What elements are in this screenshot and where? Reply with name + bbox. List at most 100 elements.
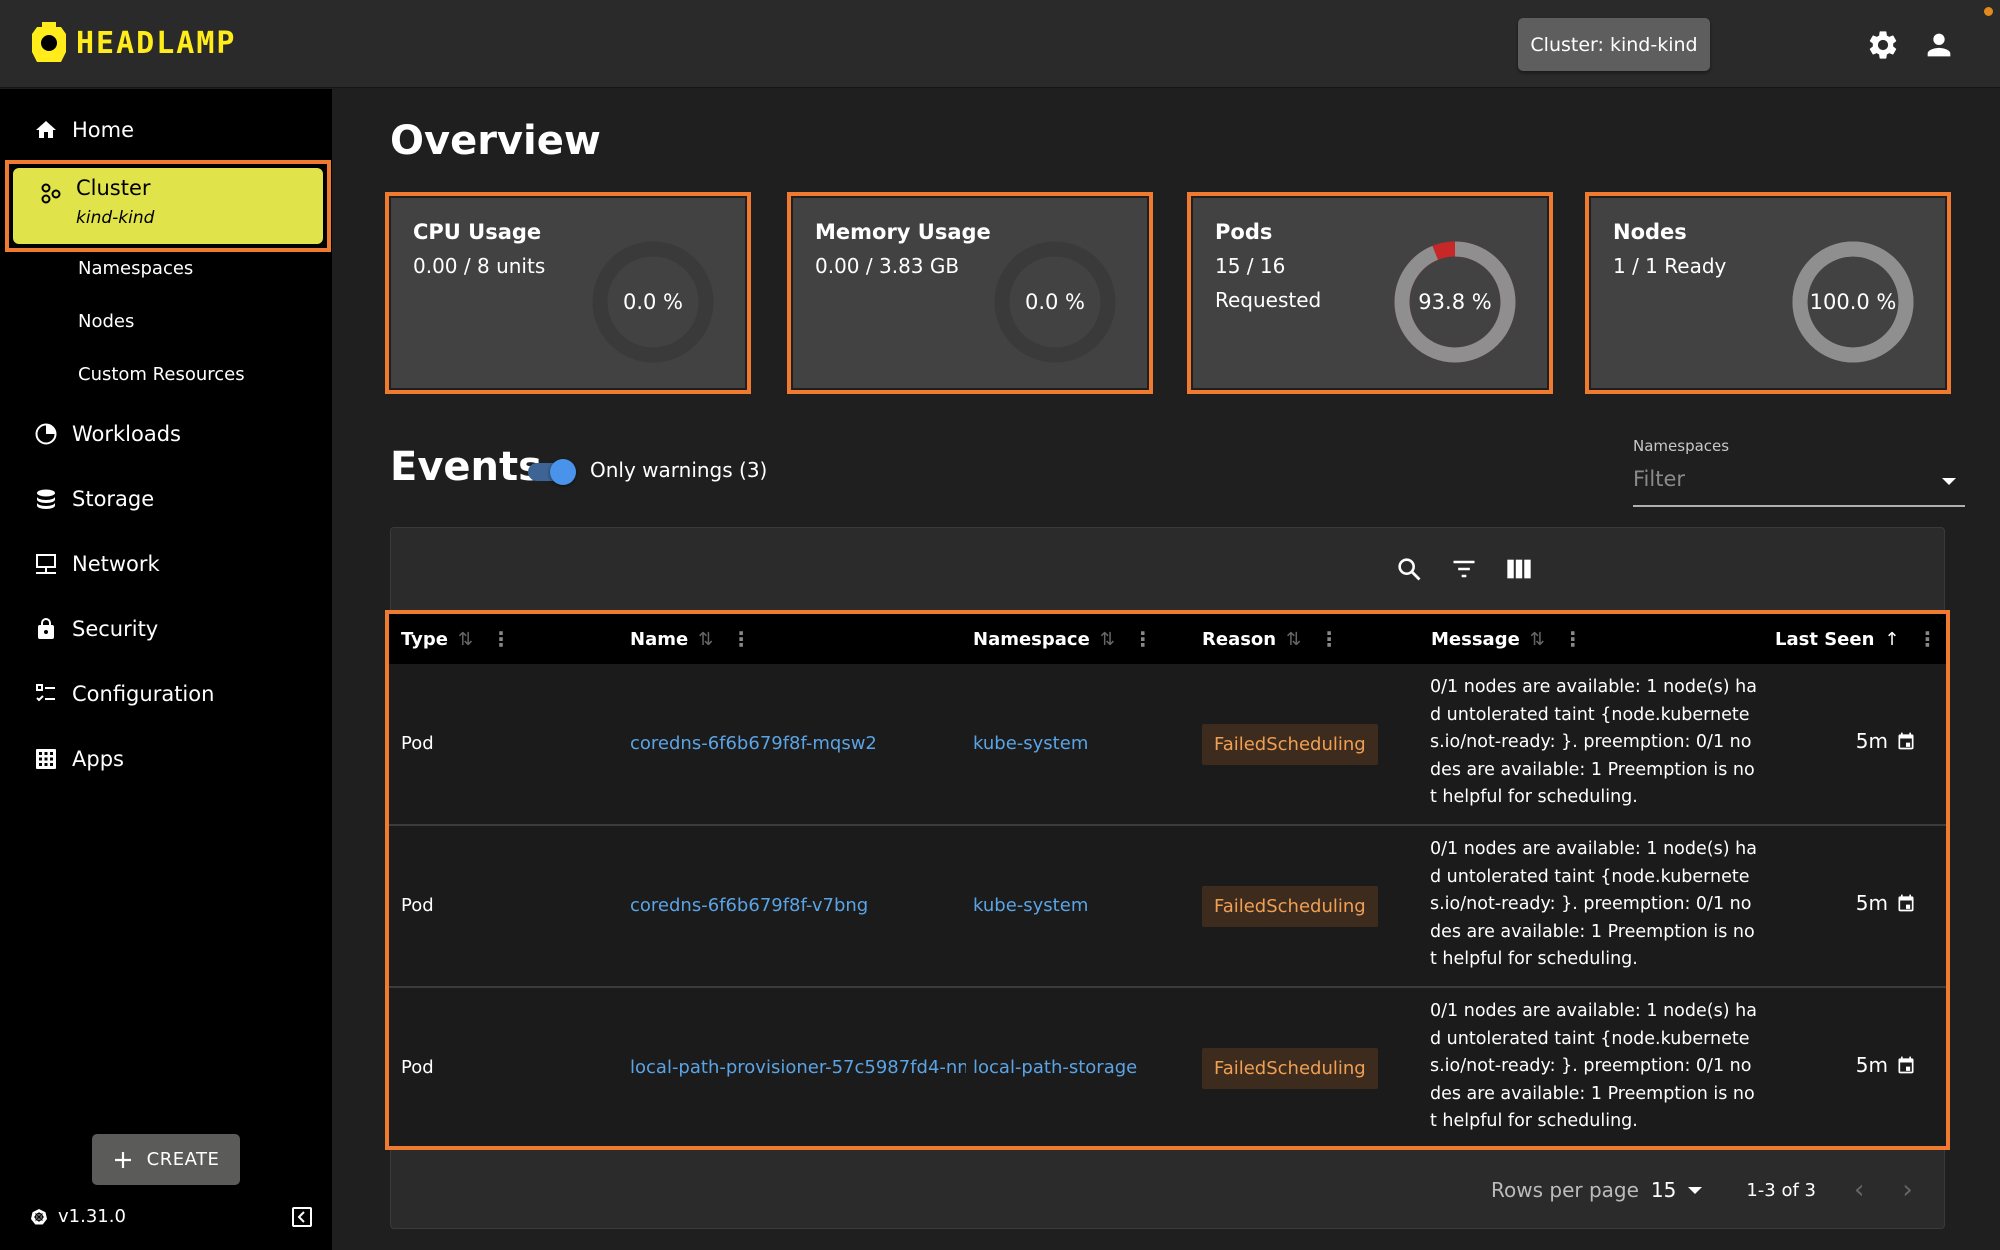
cell-namespace-link[interactable]: kube-system <box>973 895 1088 916</box>
sort-icon[interactable]: ⇅ <box>1530 629 1545 650</box>
lock-icon <box>34 617 58 641</box>
headlamp-logo[interactable]: HEADLAMP <box>30 20 237 66</box>
column-menu-icon[interactable]: ⋮ <box>1918 627 1938 651</box>
card-value-label: Requested <box>1215 288 1322 312</box>
cell-last-seen: 5m <box>1856 1053 1916 1077</box>
sidebar-item-cluster[interactable]: Cluster kind-kind <box>13 168 323 244</box>
sort-ascending-icon[interactable]: ↑ <box>1884 629 1899 650</box>
filter-button[interactable] <box>1449 554 1479 584</box>
cluster-selector-button[interactable]: Cluster: kind-kind <box>1518 18 1710 71</box>
calendar-icon[interactable] <box>1896 731 1916 751</box>
sidebar-item-label: Apps <box>72 747 124 771</box>
sidebar-subitem-nodes[interactable]: Nodes <box>78 311 134 332</box>
workloads-icon <box>34 422 58 446</box>
calendar-icon[interactable] <box>1896 893 1916 913</box>
kubernetes-icon <box>31 1208 47 1224</box>
collapse-sidebar-button[interactable] <box>292 1207 312 1227</box>
sidebar-item-label: Security <box>72 617 159 641</box>
column-label: Type <box>401 628 448 650</box>
sidebar: Home Cluster kind-kind Namespaces Nodes … <box>0 89 332 1250</box>
account-icon <box>1927 33 1951 57</box>
cell-name-link[interactable]: coredns-6f6b679f8f-v7bng <box>630 895 868 916</box>
sidebar-subitem-custom-resources[interactable]: Custom Resources <box>78 364 245 385</box>
cell-message: 0/1 nodes are available: 1 node(s) had u… <box>1430 1001 1757 1131</box>
cell-namespace-link[interactable]: local-path-storage <box>973 1057 1137 1078</box>
last-seen-value: 5m <box>1855 729 1888 753</box>
card-title: Memory Usage <box>815 220 991 244</box>
create-button[interactable]: CREATE <box>92 1134 240 1185</box>
sidebar-item-configuration[interactable]: Configuration <box>0 669 332 719</box>
headlamp-logo-icon <box>32 22 66 62</box>
column-label: Reason <box>1202 628 1277 650</box>
sidebar-item-storage[interactable]: Storage <box>0 474 332 524</box>
card-title: CPU Usage <box>413 220 542 244</box>
sort-icon[interactable]: ⇅ <box>1286 629 1301 650</box>
calendar-icon[interactable] <box>1896 1055 1916 1075</box>
dropdown-caret-icon[interactable] <box>1942 478 1956 485</box>
column-header-type[interactable]: Type ⇅ ⋮ <box>401 614 511 664</box>
events-title: Events <box>390 444 542 490</box>
previous-page-button[interactable]: ‹ <box>1854 1175 1864 1205</box>
column-menu-icon[interactable]: ⋮ <box>491 627 511 651</box>
column-header-namespace[interactable]: Namespace ⇅ ⋮ <box>973 614 1153 664</box>
card-value: 0.00 / 3.83 GB <box>815 254 960 278</box>
top-bar: HEADLAMP Cluster: kind-kind <box>0 0 2000 88</box>
namespaces-filter[interactable]: Namespaces <box>1633 437 1965 507</box>
column-menu-icon[interactable]: ⋮ <box>1563 627 1583 651</box>
cluster-icon <box>39 182 63 210</box>
card-percent: 0.0 % <box>1024 290 1086 314</box>
column-header-name[interactable]: Name ⇅ ⋮ <box>630 614 751 664</box>
namespaces-filter-input[interactable] <box>1633 467 1933 491</box>
cell-message: 0/1 nodes are available: 1 node(s) had u… <box>1430 677 1757 807</box>
nodes-card: Nodes 1 / 1 Ready 100.0 % <box>1585 192 1951 394</box>
pagination: Rows per page 15 1-3 of 3 ‹ › <box>1491 1173 1913 1207</box>
cell-last-seen: 5m <box>1856 729 1916 753</box>
next-page-button[interactable]: › <box>1902 1175 1912 1205</box>
column-header-last-seen[interactable]: Last Seen ↑ ⋮ <box>1775 614 1938 664</box>
card-title: Nodes <box>1613 220 1687 244</box>
column-header-reason[interactable]: Reason ⇅ ⋮ <box>1202 614 1339 664</box>
sidebar-item-label: Storage <box>72 487 155 511</box>
rows-per-page-select[interactable]: 15 <box>1651 1178 1676 1202</box>
filter-icon <box>1453 560 1475 578</box>
storage-icon <box>34 487 58 511</box>
only-warnings-toggle[interactable] <box>526 458 578 485</box>
sidebar-item-security[interactable]: Security <box>0 604 332 654</box>
card-body: Pods 15 / 16 Requested 93.8 % <box>1193 198 1547 388</box>
reason-badge: FailedScheduling <box>1202 886 1378 927</box>
sidebar-item-apps[interactable]: Apps <box>0 734 332 784</box>
settings-button[interactable] <box>1866 28 1900 62</box>
card-percent: 100.0 % <box>1809 290 1897 314</box>
version-text: v1.31.0 <box>58 1206 126 1227</box>
column-menu-icon[interactable]: ⋮ <box>731 627 751 651</box>
events-table: Type ⇅ ⋮ Name ⇅ ⋮ Namespace ⇅ ⋮ Reason ⇅… <box>389 614 1946 1146</box>
sidebar-item-label: Workloads <box>72 422 181 446</box>
reason-badge: FailedScheduling <box>1202 1048 1378 1089</box>
sort-icon[interactable]: ⇅ <box>458 629 473 650</box>
card-value: 15 / 16 <box>1215 254 1286 278</box>
sidebar-item-workloads[interactable]: Workloads <box>0 409 332 459</box>
version-info: v1.31.0 <box>30 1206 126 1227</box>
cell-namespace-link[interactable]: kube-system <box>973 733 1088 754</box>
cell-name-link[interactable]: coredns-6f6b679f8f-mqsw2 <box>630 733 877 754</box>
rows-per-page-caret-icon[interactable] <box>1688 1186 1703 1194</box>
chevron-left-icon <box>297 1211 305 1223</box>
column-label: Namespace <box>973 628 1090 650</box>
card-value: 0.00 / 8 units <box>413 254 546 278</box>
sort-icon[interactable]: ⇅ <box>698 629 713 650</box>
logo-text: HEADLAMP <box>76 25 237 61</box>
sidebar-item-network[interactable]: Network <box>0 539 332 589</box>
sidebar-item-label: Cluster <box>76 176 151 200</box>
sort-icon[interactable]: ⇅ <box>1100 629 1115 650</box>
sidebar-subitem-namespaces[interactable]: Namespaces <box>78 258 193 279</box>
search-button[interactable] <box>1394 554 1424 584</box>
account-button[interactable] <box>1922 28 1956 62</box>
notification-dot <box>1984 7 1993 16</box>
cell-name-link[interactable]: local-path-provisioner-57c5987fd4-nn <box>630 1057 966 1078</box>
columns-button[interactable] <box>1504 554 1534 584</box>
column-menu-icon[interactable]: ⋮ <box>1133 627 1153 651</box>
network-icon <box>34 552 58 576</box>
column-header-message[interactable]: Message ⇅ ⋮ <box>1431 614 1583 664</box>
sidebar-item-home[interactable]: Home <box>0 105 332 155</box>
column-menu-icon[interactable]: ⋮ <box>1319 627 1339 651</box>
